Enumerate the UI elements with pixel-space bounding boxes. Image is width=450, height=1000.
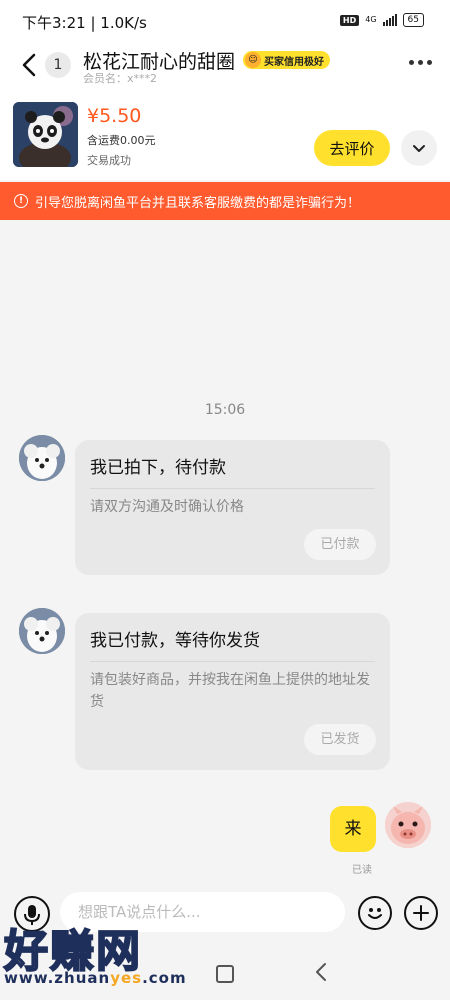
- card-status-tag: 已付款: [304, 529, 376, 560]
- fraud-warning-bar: ! 引导您脱离闲鱼平台并且联系客服缴费的都是诈骗行为！: [0, 182, 450, 220]
- expand-button[interactable]: [401, 130, 437, 166]
- back-icon[interactable]: [18, 50, 42, 80]
- credit-tag[interactable]: ☺ 买家信用极好: [243, 51, 330, 69]
- seller-avatar[interactable]: [19, 435, 65, 481]
- my-message-bubble[interactable]: 来: [330, 806, 376, 852]
- nav-home-icon[interactable]: [216, 965, 234, 983]
- signal-icon: [382, 14, 397, 26]
- status-bar: 下午3:21 | 1.0K/s HD 4G 65: [0, 0, 450, 44]
- order-card-awaiting-shipment[interactable]: 我已付款，等待你发货 请包装好商品，并按我在闲鱼上提供的地址发货 已发货: [75, 613, 390, 770]
- status-time: 下午3:21 | 1.0K/s: [22, 14, 147, 32]
- shipping-fee: 含运费0.00元: [87, 134, 156, 147]
- warning-text: 引导您脱离闲鱼平台并且联系客服缴费的都是诈骗行为！: [35, 195, 361, 211]
- card-description: 请包装好商品，并按我在闲鱼上提供的地址发货: [90, 672, 370, 710]
- card-divider: [90, 661, 375, 662]
- more-icon[interactable]: [409, 60, 432, 65]
- card-divider: [90, 488, 375, 489]
- hd-icon: HD: [339, 14, 360, 26]
- product-price: ¥5.50: [87, 105, 142, 127]
- chevron-down-icon: [413, 144, 425, 152]
- credit-tag-label: 买家信用极好: [264, 56, 324, 68]
- my-avatar[interactable]: [385, 802, 431, 848]
- watermark-url: www.zhuanyes.com: [4, 969, 187, 987]
- plus-icon: [413, 905, 429, 921]
- order-card-pending-payment[interactable]: 我已拍下，待付款 请双方沟通及时确认价格 已付款: [75, 440, 390, 575]
- review-button[interactable]: 去评价: [314, 130, 390, 166]
- nav-back-icon[interactable]: [313, 961, 329, 983]
- card-title: 我已付款，等待你发货: [90, 631, 260, 651]
- smile-icon: ☺: [245, 52, 261, 68]
- card-status-tag: 已发货: [304, 724, 376, 755]
- emoji-icon: [368, 908, 382, 919]
- emoji-button[interactable]: [358, 896, 392, 930]
- card-description: 请双方沟通及时确认价格: [90, 499, 244, 515]
- warning-icon: !: [14, 194, 28, 208]
- seller-avatar[interactable]: [19, 608, 65, 654]
- chat-timestamp: 15:06: [204, 402, 246, 418]
- site-watermark: 好赚网 www.zhuanyes.com: [3, 915, 204, 995]
- product-bar: ¥5.50 含运费0.00元 交易成功 去评价: [0, 92, 450, 180]
- chat-header: 1 松花江耐心的甜圈 ☺ 买家信用极好 会员名：x***2: [0, 44, 450, 92]
- read-receipt: 已读: [352, 865, 372, 876]
- network-type: 4G: [365, 15, 377, 24]
- status-indicators: HD 4G 65: [339, 13, 424, 27]
- unread-count-badge[interactable]: 1: [45, 52, 71, 78]
- product-image[interactable]: [13, 102, 78, 167]
- member-name: 会员名：x***2: [83, 72, 158, 85]
- trade-status: 交易成功: [87, 154, 131, 167]
- battery-icon: 65: [402, 13, 424, 27]
- card-title: 我已拍下，待付款: [90, 458, 226, 478]
- plus-button[interactable]: [404, 896, 438, 930]
